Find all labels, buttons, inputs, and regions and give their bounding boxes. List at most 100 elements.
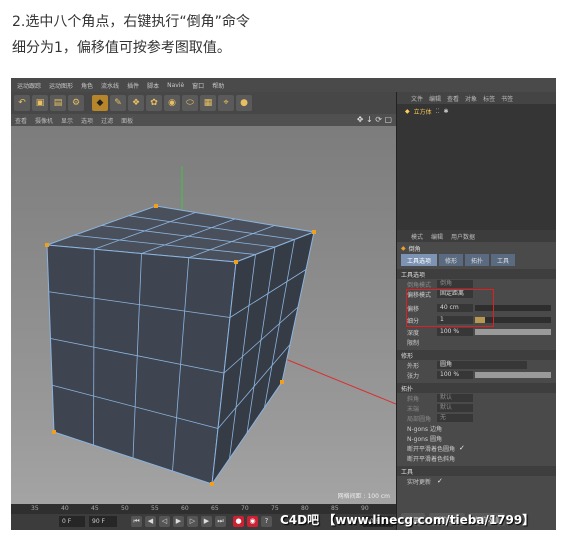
deformer-icon[interactable]: ◉ — [164, 95, 180, 111]
corner-point[interactable] — [210, 482, 214, 486]
next-key-icon[interactable]: ▶ — [201, 516, 212, 527]
prev-frame-icon[interactable]: ◁ — [159, 516, 170, 527]
viewport-menu-item-5[interactable]: 面板 — [121, 116, 133, 125]
timeline-tick: 65 — [211, 505, 219, 512]
auto-key-icon[interactable]: ◉ — [247, 516, 258, 527]
visibility-dots-icon[interactable]: ⁚⁚ — [436, 108, 440, 115]
menu-item-3[interactable]: 流水线 — [101, 81, 119, 90]
menu-item-6[interactable]: Naviè — [167, 82, 184, 89]
topology-value[interactable]: 默认 — [437, 404, 473, 412]
corner-point[interactable] — [154, 204, 158, 208]
shape-row[interactable]: 外形 圆角 — [397, 360, 556, 370]
record-icon[interactable]: ● — [233, 516, 244, 527]
subdivision-surface-icon[interactable]: ❖ — [128, 95, 144, 111]
topology-row[interactable]: 斜角 默认 — [397, 393, 556, 403]
object-menu-item-1[interactable]: 编辑 — [429, 94, 441, 103]
menu-item-0[interactable]: 运动跟踪 — [17, 81, 41, 90]
tension-row[interactable]: 张力 100 % — [397, 370, 556, 380]
topology-value[interactable]: 无 — [437, 414, 473, 422]
object-menu-item-3[interactable]: 对象 — [465, 94, 477, 103]
menu-item-5[interactable]: 脚本 — [147, 81, 159, 90]
viewport-menu-item-3[interactable]: 选项 — [81, 116, 93, 125]
topology-value[interactable]: ✓ — [459, 444, 465, 452]
section-topology[interactable]: 拓扑 — [397, 383, 556, 393]
attribute-manager[interactable]: 模式 编辑 用户数据 ◆ 倒角 工具选项 修形 拓扑 工具 工具选项 倒角模式 倒角 偏移… — [396, 230, 556, 530]
tension-slider[interactable] — [475, 372, 551, 378]
perspective-viewport[interactable]: 查看 摄像机 显示 选项 过滤 面板 ✥ ↓ ⟳ ▢ 网格间距 : 100 cm — [11, 114, 396, 504]
menu-item-8[interactable]: 帮助 — [212, 81, 224, 90]
depth-row[interactable]: 深度 100 % — [397, 327, 556, 337]
corner-point[interactable] — [52, 430, 56, 434]
next-frame-icon[interactable]: ▷ — [187, 516, 198, 527]
attribute-menu-item-0[interactable]: 模式 — [411, 232, 423, 241]
topology-row[interactable]: N-gons 边角 — [397, 423, 556, 433]
viewport-menu-item-2[interactable]: 显示 — [61, 116, 73, 125]
attribute-tab-2[interactable]: 拓扑 — [465, 254, 490, 266]
menu-item-1[interactable]: 运动图形 — [49, 81, 73, 90]
object-menu-item-2[interactable]: 查看 — [447, 94, 459, 103]
topology-row[interactable]: 断开平滑着色斜角 — [397, 453, 556, 463]
viewport-nav-icons[interactable]: ✥ ↓ ⟳ ▢ — [357, 115, 392, 124]
section-shape[interactable]: 修形 — [397, 350, 556, 360]
object-manager[interactable]: 文件 编辑 查看 对象 标签 书签 ◆ 立方体 ⁚⁚ ✱ — [396, 92, 556, 232]
depth-slider[interactable] — [475, 329, 551, 335]
viewport-menu-item-0[interactable]: 查看 — [15, 116, 27, 125]
depth-field[interactable]: 100 % — [437, 328, 473, 336]
start-frame-field[interactable]: 0 F — [59, 516, 85, 527]
corner-point[interactable] — [234, 260, 238, 264]
environment-icon[interactable]: ⬭ — [182, 95, 198, 111]
realtime-update-checkbox[interactable]: ✓ — [437, 477, 443, 485]
bevel-mode-row[interactable]: 倒角模式 倒角 — [397, 279, 556, 289]
limit-row[interactable]: 限制 — [397, 337, 556, 347]
key-options-icon[interactable]: ? — [261, 516, 272, 527]
light-icon[interactable]: ● — [236, 95, 252, 111]
topology-value[interactable]: 默认 — [437, 394, 473, 402]
menu-item-2[interactable]: 角色 — [81, 81, 93, 90]
cube-front-face[interactable] — [46, 244, 237, 485]
floor-icon[interactable]: ▦ — [200, 95, 216, 111]
bevel-mode-select[interactable]: 倒角 — [437, 280, 473, 288]
section-tool-options[interactable]: 工具选项 — [397, 269, 556, 279]
go-to-start-icon[interactable]: ⏮ — [131, 516, 142, 527]
viewport-menu-item-4[interactable]: 过滤 — [101, 116, 113, 125]
spline-pen-icon[interactable]: ✎ — [110, 95, 126, 111]
cube-scene[interactable] — [11, 126, 396, 504]
cube-mesh[interactable] — [46, 205, 316, 485]
topology-row[interactable]: 断开平滑着色圆角 ✓ — [397, 443, 556, 453]
topology-row[interactable]: N-gons 圆角 — [397, 433, 556, 443]
attribute-tab-0[interactable]: 工具选项 — [401, 254, 438, 266]
menu-item-4[interactable]: 插件 — [127, 81, 139, 90]
object-menu-item-0[interactable]: 文件 — [411, 94, 423, 103]
prev-key-icon[interactable]: ◀ — [145, 516, 156, 527]
attribute-menu-item-2[interactable]: 用户数据 — [451, 232, 475, 241]
menu-item-7[interactable]: 窗口 — [192, 81, 204, 90]
corner-point[interactable] — [280, 380, 284, 384]
camera-icon[interactable]: ⌖ — [218, 95, 234, 111]
play-icon[interactable]: ▶ — [173, 516, 184, 527]
render-settings-icon[interactable]: ⚙ — [68, 95, 84, 111]
object-menu-item-4[interactable]: 标签 — [483, 94, 495, 103]
section-tool[interactable]: 工具 — [397, 466, 556, 476]
attribute-menu-item-1[interactable]: 编辑 — [431, 232, 443, 241]
attribute-tab-1[interactable]: 修形 — [439, 254, 464, 266]
phong-tag-icon[interactable]: ✱ — [443, 108, 448, 115]
attribute-tab-3[interactable]: 工具 — [491, 254, 516, 266]
current-frame-field[interactable]: 90 F — [89, 516, 117, 527]
topology-row[interactable]: 局部圆角无 — [397, 413, 556, 423]
cube-primitive-icon[interactable]: ◆ — [92, 95, 108, 111]
array-icon[interactable]: ✿ — [146, 95, 162, 111]
shape-select[interactable]: 圆角 — [437, 361, 527, 369]
object-name[interactable]: 立方体 — [414, 107, 432, 116]
object-row-cube[interactable]: ◆ 立方体 ⁚⁚ ✱ — [405, 107, 556, 116]
go-to-end-icon[interactable]: ⏭ — [215, 516, 226, 527]
undo-icon[interactable]: ↶ — [14, 95, 30, 111]
realtime-update-row[interactable]: 实时更新 ✓ — [397, 476, 556, 486]
render-view-icon[interactable]: ▣ — [32, 95, 48, 111]
viewport-menu-item-1[interactable]: 摄像机 — [35, 116, 53, 125]
corner-point[interactable] — [312, 230, 316, 234]
topology-row[interactable]: 末端 默认 — [397, 403, 556, 413]
render-picture-icon[interactable]: ▤ — [50, 95, 66, 111]
object-menu-item-5[interactable]: 书签 — [501, 94, 513, 103]
corner-point[interactable] — [45, 243, 49, 247]
tension-field[interactable]: 100 % — [437, 371, 473, 379]
